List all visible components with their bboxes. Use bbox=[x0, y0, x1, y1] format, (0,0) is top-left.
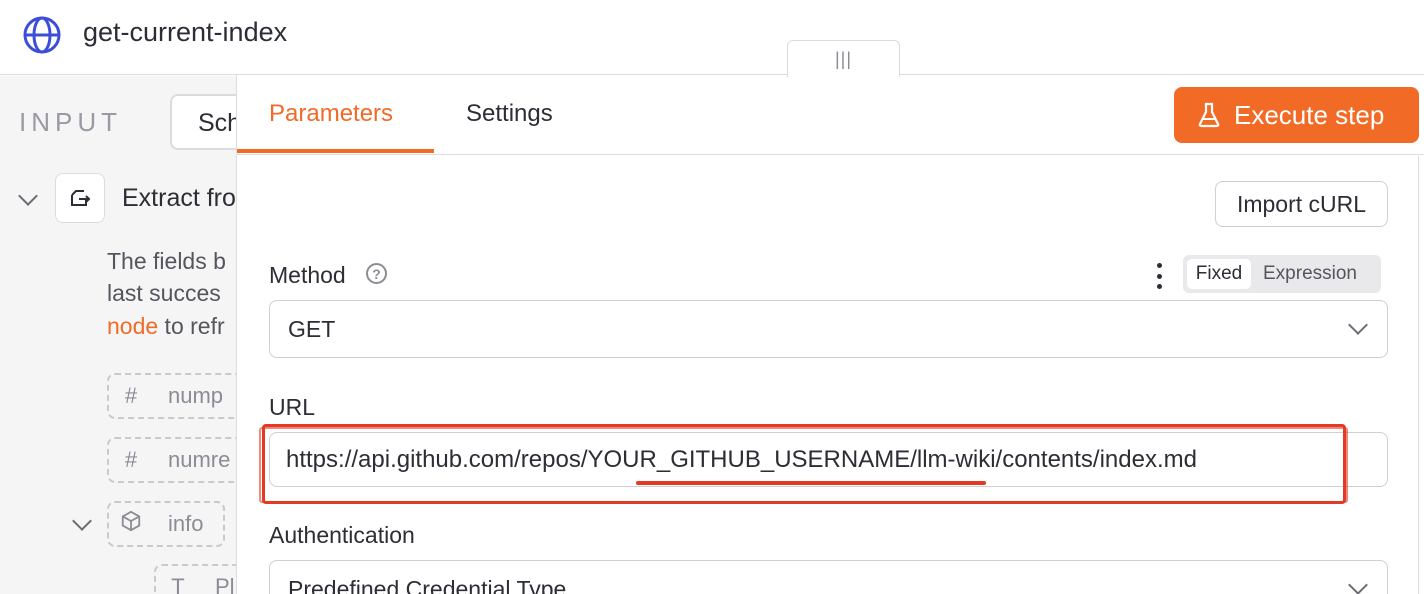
field-name: nump bbox=[168, 383, 224, 408]
authentication-value: Predefined Credential Type bbox=[288, 575, 567, 594]
active-tab-indicator bbox=[237, 149, 434, 153]
field-pill[interactable]: # nump bbox=[107, 373, 236, 419]
execute-step-label: Execute step bbox=[1234, 99, 1385, 130]
input-section-label: INPUT bbox=[19, 107, 122, 137]
description-line-2: last succes bbox=[107, 280, 221, 306]
field-name: info bbox=[168, 511, 204, 536]
toggle-expression[interactable]: Expression bbox=[1263, 259, 1357, 289]
tab-parameters[interactable]: Parameters bbox=[269, 100, 393, 128]
fixed-expression-toggle: Fixed Expression bbox=[1183, 255, 1381, 293]
input-panel: INPUT Sch Extract fro The fields b last … bbox=[0, 76, 236, 594]
flask-icon bbox=[1198, 102, 1220, 128]
expand-chevron-icon[interactable] bbox=[72, 511, 92, 531]
tab-bar: Parameters Settings Execute step bbox=[237, 75, 1424, 155]
execute-step-button[interactable]: Execute step bbox=[1174, 87, 1419, 143]
field-pill[interactable]: # numre bbox=[107, 437, 236, 483]
toggle-fixed[interactable]: Fixed bbox=[1187, 259, 1251, 289]
globe-icon bbox=[23, 16, 61, 54]
field-pill[interactable]: info bbox=[107, 501, 225, 547]
number-type-icon: # bbox=[124, 447, 138, 472]
annotation-underline bbox=[636, 481, 986, 485]
description-line-3-rest: to refr bbox=[158, 313, 225, 339]
schema-tab[interactable]: Sch bbox=[170, 94, 236, 150]
import-curl-button[interactable]: Import cURL bbox=[1215, 181, 1388, 227]
annotation-box-stroke bbox=[259, 427, 1348, 503]
number-type-icon: # bbox=[124, 383, 138, 408]
tab-settings[interactable]: Settings bbox=[466, 100, 553, 128]
method-value: GET bbox=[288, 315, 336, 342]
parameters-body: Import cURL Method ? Fixed Expression GE… bbox=[237, 156, 1419, 594]
authentication-label: Authentication bbox=[269, 522, 415, 548]
collapse-chevron-icon[interactable] bbox=[18, 186, 38, 206]
help-icon[interactable]: ? bbox=[366, 263, 387, 284]
chevron-down-icon bbox=[1348, 575, 1368, 594]
object-type-icon bbox=[109, 510, 153, 538]
extract-icon bbox=[71, 190, 91, 206]
url-label: URL bbox=[269, 394, 316, 420]
description-line-3: node to refr bbox=[107, 313, 225, 340]
extract-node-icon bbox=[55, 173, 105, 223]
cube-icon bbox=[121, 510, 141, 532]
text-type-icon: T bbox=[171, 574, 185, 594]
method-label: Method bbox=[269, 262, 346, 288]
method-select[interactable]: GET bbox=[269, 300, 1388, 358]
panel-drag-handle[interactable]: ||| bbox=[787, 40, 900, 77]
field-pill[interactable]: T Pl bbox=[154, 564, 236, 594]
parameters-panel: Parameters Settings Execute step Import … bbox=[236, 75, 1424, 594]
node-header: get-current-index bbox=[0, 0, 1424, 75]
description-line-1: The fields b bbox=[107, 248, 226, 274]
chevron-down-icon bbox=[1348, 315, 1368, 335]
authentication-select[interactable]: Predefined Credential Type bbox=[269, 560, 1388, 594]
options-menu-icon[interactable] bbox=[1157, 263, 1163, 289]
node-title[interactable]: get-current-index bbox=[83, 17, 287, 48]
execute-previous-node-link[interactable]: node bbox=[107, 313, 158, 339]
extract-node-label: Extract fro bbox=[122, 184, 236, 212]
field-name: numre bbox=[168, 447, 231, 472]
field-name: Pl bbox=[215, 574, 235, 594]
